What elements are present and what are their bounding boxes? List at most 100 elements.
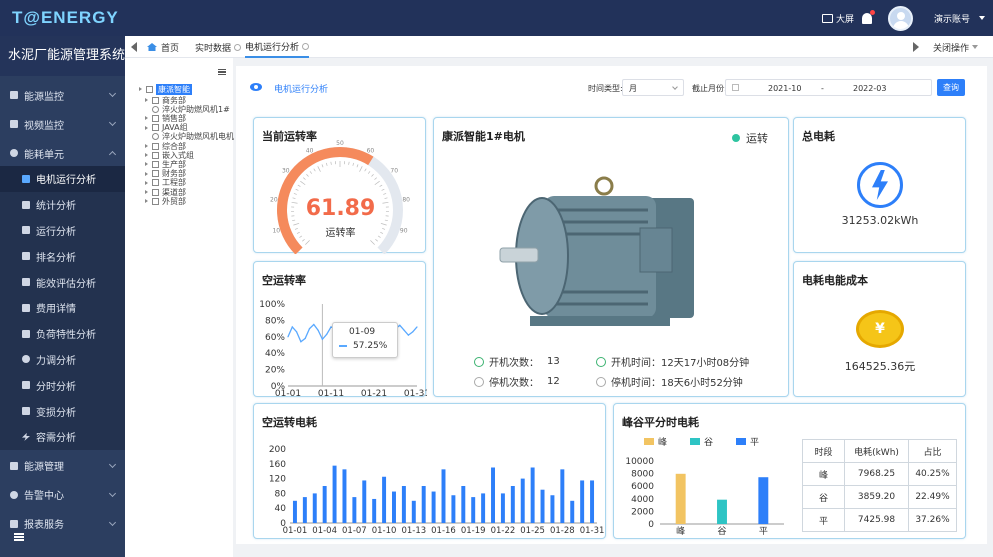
x-tick-label: 01-07 bbox=[342, 526, 367, 536]
tab-home[interactable]: 首页 bbox=[147, 36, 179, 58]
sidebar-item-label: 负荷特性分析 bbox=[36, 330, 96, 342]
notification-button[interactable] bbox=[862, 0, 875, 36]
idle-energy-chart: 0408012016020001-01 01-04 01-07 01-10 01-13 0… bbox=[269, 445, 605, 536]
x-tick-label: 峰 bbox=[676, 526, 685, 537]
document-icon bbox=[22, 381, 30, 390]
gauge-tick bbox=[371, 174, 374, 177]
bar bbox=[471, 497, 476, 523]
close-icon[interactable] bbox=[302, 42, 310, 50]
date-from[interactable]: 2021-10 bbox=[768, 84, 801, 93]
avatar[interactable] bbox=[888, 6, 913, 31]
y-tick-label: 20% bbox=[265, 366, 285, 376]
data-point bbox=[291, 326, 293, 328]
legend-swatch bbox=[690, 438, 700, 445]
gauge-tick-label: 40 bbox=[306, 147, 314, 154]
close-operations-menu[interactable]: 关闭操作 bbox=[933, 36, 979, 58]
scroll-left-icon[interactable] bbox=[131, 42, 137, 52]
peak-valley-card: 峰谷平分时电耗 峰谷平 0 2000 4000 6000 8000 10000 峰谷平 时段 … bbox=[613, 403, 966, 539]
document-icon bbox=[22, 200, 30, 209]
table-cell: 平 bbox=[802, 508, 845, 532]
data-point bbox=[300, 341, 302, 343]
document-icon bbox=[22, 278, 30, 287]
y-tick-label: 6000 bbox=[631, 482, 654, 492]
notification-dot bbox=[870, 9, 875, 15]
end-month-label: 截止月份: bbox=[692, 84, 727, 93]
gauge-tick bbox=[367, 171, 371, 174]
bar bbox=[491, 467, 495, 523]
x-tick-label: 平 bbox=[759, 526, 768, 537]
sidebar-item-energy-unit[interactable]: 能耗单元 bbox=[0, 140, 125, 166]
table-cell: 7425.98 bbox=[844, 508, 909, 532]
home-icon bbox=[147, 43, 157, 51]
gauge-tick bbox=[374, 180, 380, 186]
sidebar-item-ranking[interactable]: 排名分析 bbox=[0, 243, 125, 270]
sidebar-item-efficiency[interactable]: 能效评估分析 bbox=[0, 269, 125, 295]
y-tick-label: 100% bbox=[259, 300, 285, 310]
sidebar-item-cost[interactable]: 费用详情 bbox=[0, 294, 125, 321]
date-to[interactable]: 2022-03 bbox=[853, 84, 886, 93]
sidebar-item-alarm-center[interactable]: 告警中心 bbox=[0, 482, 125, 508]
y-tick-label: 4000 bbox=[631, 495, 654, 505]
bar bbox=[332, 465, 337, 523]
layers-icon bbox=[152, 151, 159, 159]
gauge-tick-label: 70 bbox=[390, 168, 398, 175]
user-menu[interactable]: 演示账号 bbox=[934, 0, 986, 36]
bar bbox=[431, 491, 436, 523]
gauge-tick bbox=[305, 240, 310, 245]
energy-cost-value: 164525.36元 bbox=[844, 360, 916, 373]
start-time-label: 开机时间： bbox=[611, 358, 661, 369]
gauge-tick bbox=[295, 188, 299, 191]
gauge-tick bbox=[364, 168, 367, 172]
time-type-select[interactable]: 月 bbox=[622, 79, 684, 96]
sidebar-item-label: 力调分析 bbox=[36, 355, 76, 367]
sidebar-item-load[interactable]: 负荷特性分析 bbox=[0, 320, 125, 347]
sidebar-item-power-factor[interactable]: 力调分析 bbox=[0, 346, 125, 373]
fullscreen-button[interactable]: 大屏 bbox=[822, 0, 854, 36]
y-tick-label: 0 bbox=[648, 520, 654, 530]
bar bbox=[758, 477, 769, 524]
gauge-tick bbox=[348, 161, 350, 165]
motor-card: 康派智能1#电机 运转 开机次数： 13 停机次数： 12 开机时间： 12天17小时… bbox=[433, 117, 789, 397]
tooltip-value: 57.25% bbox=[353, 341, 388, 351]
layers-icon bbox=[152, 142, 159, 150]
tab-motor-analysis[interactable]: 电机运行分析 bbox=[245, 36, 310, 58]
sidebar-item-video-monitor[interactable]: 视频监控 bbox=[0, 111, 125, 137]
sidebar-item-transformer-loss[interactable]: 变损分析 bbox=[0, 398, 125, 424]
sidebar-item-motor-analysis[interactable]: 电机运行分析 bbox=[0, 166, 125, 192]
sidebar-item-demand[interactable]: 容需分析 bbox=[0, 423, 125, 450]
x-tick-label: 01-01 bbox=[283, 526, 308, 536]
x-tick-label: 01-16 bbox=[431, 526, 456, 536]
eye-icon bbox=[250, 83, 262, 91]
report-icon bbox=[10, 519, 18, 528]
close-icon[interactable] bbox=[234, 43, 242, 51]
sidebar-item-energy-monitor[interactable]: 能源监控 bbox=[0, 82, 125, 108]
tab-realtime-data[interactable]: 实时数据 bbox=[195, 36, 242, 58]
bar bbox=[362, 480, 367, 523]
sidebar-item-label: 费用详情 bbox=[36, 304, 76, 316]
y-tick-label: 10000 bbox=[625, 457, 654, 467]
menu-icon[interactable] bbox=[218, 69, 226, 75]
tree-root-node[interactable]: 康派智能 bbox=[139, 83, 192, 95]
scroll-right-icon[interactable] bbox=[913, 42, 919, 52]
idle-energy-card: 空运转电耗 0 40 80 120 160 200 01-01 01-04 01-07 01-10… bbox=[253, 403, 606, 539]
data-point bbox=[296, 331, 298, 333]
sidebar-item-time-of-use[interactable]: 分时分析 bbox=[0, 372, 125, 399]
bar bbox=[560, 469, 565, 523]
sidebar-item-energy-management[interactable]: 能源管理 bbox=[0, 453, 125, 479]
series-marker-icon bbox=[339, 345, 347, 347]
sidebar-item-statistics[interactable]: 统计分析 bbox=[0, 191, 125, 218]
caret-icon bbox=[145, 116, 148, 121]
query-button[interactable]: 查询 bbox=[937, 79, 965, 96]
date-range-picker[interactable]: 2021-10 - 2022-03 bbox=[725, 79, 932, 96]
layers-icon bbox=[152, 124, 159, 132]
tree-node[interactable]: 外贸部 bbox=[145, 196, 186, 206]
stop-time-value: 18天6小时52分钟 bbox=[661, 378, 743, 389]
collapse-menu-icon[interactable] bbox=[14, 533, 24, 541]
bar bbox=[570, 500, 575, 523]
caret-icon bbox=[145, 125, 148, 130]
tab-label: 首页 bbox=[161, 43, 180, 54]
x-tick-label: 01-31 bbox=[404, 389, 427, 398]
start-count: 开机次数： 13 bbox=[474, 354, 560, 369]
sidebar-item-operation[interactable]: 运行分析 bbox=[0, 217, 125, 244]
legend-swatch bbox=[736, 438, 746, 445]
